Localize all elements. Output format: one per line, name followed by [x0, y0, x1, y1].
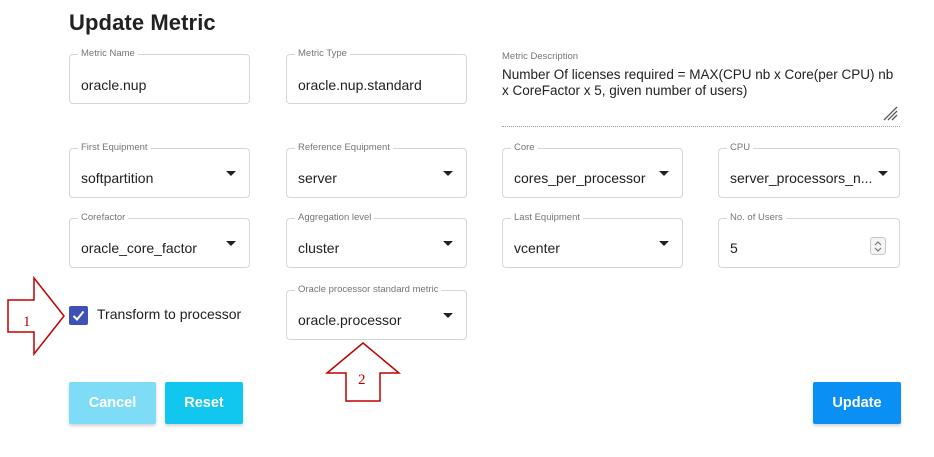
number-spinner-icon[interactable]	[870, 237, 886, 255]
oracle-processor-metric-value: oracle.processor	[298, 312, 402, 328]
core-select[interactable]: Core cores_per_processor	[502, 142, 683, 198]
page-title: Update Metric	[69, 10, 216, 35]
cpu-value: server_processors_n...	[730, 170, 873, 186]
transform-to-processor-checkbox[interactable]	[69, 306, 88, 325]
oracle-processor-metric-label: Oracle processor standard metric	[295, 284, 442, 296]
corefactor-label: Corefactor	[78, 212, 129, 224]
aggregation-level-label: Aggregation level	[295, 212, 375, 224]
first-equipment-select[interactable]: First Equipment softpartition	[69, 142, 250, 198]
core-label: Core	[511, 142, 538, 154]
chevron-down-icon	[226, 241, 236, 246]
last-equipment-label: Last Equipment	[511, 212, 584, 224]
update-button[interactable]: Update	[813, 382, 901, 424]
chevron-down-icon	[226, 171, 236, 176]
metric-name-value: oracle.nup	[81, 77, 147, 93]
oracle-processor-metric-select[interactable]: Oracle processor standard metric oracle.…	[286, 284, 467, 340]
chevron-down-icon	[878, 171, 888, 176]
metric-description-label: Metric Description	[502, 51, 579, 62]
cpu-select[interactable]: CPU server_processors_n...	[718, 142, 900, 198]
aggregation-level-value: cluster	[298, 240, 340, 256]
last-equipment-select[interactable]: Last Equipment vcenter	[502, 212, 683, 268]
corefactor-value: oracle_core_factor	[81, 240, 197, 256]
cancel-button[interactable]: Cancel	[69, 382, 156, 424]
chevron-down-icon	[443, 313, 453, 318]
check-icon	[72, 310, 85, 321]
last-equipment-value: vcenter	[514, 240, 560, 256]
no-of-users-value: 5	[730, 240, 738, 256]
no-of-users-label: No. of Users	[727, 212, 786, 224]
aggregation-level-select[interactable]: Aggregation level cluster	[286, 212, 467, 268]
chevron-down-icon	[443, 241, 453, 246]
transform-to-processor-label[interactable]: Transform to processor	[97, 306, 241, 322]
metric-name-field[interactable]: Metric Name oracle.nup	[69, 48, 250, 104]
cpu-label: CPU	[727, 142, 754, 154]
annotation-number-1: 1	[23, 314, 31, 330]
metric-type-label: Metric Type	[295, 48, 350, 60]
annotation-number-2: 2	[358, 372, 366, 388]
metric-description-underline	[502, 126, 900, 127]
metric-description-textarea[interactable]: Number Of licenses required = MAX(CPU nb…	[502, 67, 900, 99]
reference-equipment-value: server	[298, 170, 337, 186]
reference-equipment-select[interactable]: Reference Equipment server	[286, 142, 467, 198]
chevron-down-icon	[659, 171, 669, 176]
corefactor-select[interactable]: Corefactor oracle_core_factor	[69, 212, 250, 268]
annotation-arrow-right-icon	[7, 276, 65, 356]
reference-equipment-label: Reference Equipment	[295, 142, 393, 154]
chevron-down-icon	[443, 171, 453, 176]
chevron-down-icon	[659, 241, 669, 246]
metric-name-label: Metric Name	[78, 48, 138, 60]
first-equipment-value: softpartition	[81, 170, 154, 186]
reset-button[interactable]: Reset	[165, 382, 243, 424]
core-value: cores_per_processor	[514, 170, 646, 186]
metric-type-value: oracle.nup.standard	[298, 77, 422, 93]
first-equipment-label: First Equipment	[78, 142, 151, 154]
metric-type-field[interactable]: Metric Type oracle.nup.standard	[286, 48, 467, 104]
resize-handle-icon[interactable]	[880, 103, 898, 121]
